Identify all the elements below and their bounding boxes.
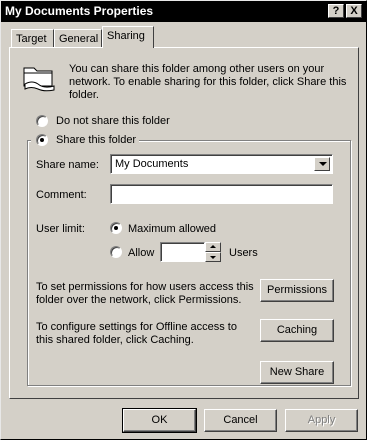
properties-dialog: My Documents Properties ? X Target Gener… <box>0 0 367 440</box>
share-groupbox <box>27 140 351 386</box>
tab-target[interactable]: Target <box>11 29 54 48</box>
comment-input[interactable] <box>110 184 333 204</box>
allow-users-input[interactable] <box>160 242 205 262</box>
radio-selected-dot <box>114 226 118 230</box>
tab-target-label: Target <box>16 33 47 45</box>
maximum-allowed-radio[interactable] <box>110 222 122 234</box>
allow-label[interactable]: Allow <box>128 247 154 260</box>
intro-text-line2: network. To enable sharing for this fold… <box>69 76 347 88</box>
help-icon: ? <box>332 5 340 17</box>
title-bar[interactable]: My Documents Properties ? X <box>1 1 366 22</box>
intro-text-line3: folder. <box>69 89 99 101</box>
caching-button-label: Caching <box>276 324 318 336</box>
chevron-down-icon[interactable] <box>314 157 330 171</box>
apply-button[interactable]: Apply <box>285 409 358 432</box>
comment-label: Comment: <box>36 189 87 201</box>
caching-text-line1: To configure settings for Offline access… <box>36 321 237 333</box>
spin-up-button[interactable] <box>205 242 221 252</box>
maximum-allowed-label[interactable]: Maximum allowed <box>128 223 216 236</box>
help-button[interactable]: ? <box>328 4 344 18</box>
close-button[interactable]: X <box>346 4 362 18</box>
allow-radio[interactable] <box>110 246 122 258</box>
share-name-value: My Documents <box>115 158 189 170</box>
apply-button-label: Apply <box>307 414 336 426</box>
share-this-folder-label[interactable]: Share this folder <box>56 134 136 147</box>
window-title: My Documents Properties <box>5 4 154 18</box>
spin-down-button[interactable] <box>205 252 221 262</box>
cancel-button-label: Cancel <box>223 414 258 426</box>
sharing-panel: You can share this folder among other us… <box>9 47 359 399</box>
ok-button[interactable]: OK <box>122 408 197 433</box>
share-name-combobox[interactable]: My Documents <box>110 154 333 174</box>
shared-folder-icon <box>23 67 55 92</box>
cancel-button[interactable]: Cancel <box>204 409 277 432</box>
permissions-text-line2: folder over the network, click Permissio… <box>36 294 242 306</box>
new-share-button[interactable]: New Share <box>260 361 334 384</box>
caching-text-line2: this shared folder, click Caching. <box>36 334 194 346</box>
do-not-share-radio[interactable] <box>36 115 48 127</box>
close-icon: X <box>350 5 358 17</box>
tab-general[interactable]: General <box>54 29 102 48</box>
permissions-button-label: Permissions <box>267 284 327 296</box>
permissions-button[interactable]: Permissions <box>260 279 334 302</box>
radio-selected-dot <box>40 138 44 142</box>
share-this-folder-radio[interactable] <box>36 134 48 146</box>
tab-sharing-label: Sharing <box>107 30 145 42</box>
new-share-button-label: New Share <box>269 366 325 378</box>
intro-text-line1: You can share this folder among other us… <box>69 63 325 75</box>
share-name-label: Share name: <box>36 159 99 171</box>
tab-sharing[interactable]: Sharing <box>102 26 154 48</box>
caching-button[interactable]: Caching <box>260 319 334 342</box>
tab-general-label: General <box>59 33 99 45</box>
user-limit-label: User limit: <box>36 223 85 235</box>
users-label: Users <box>229 247 258 259</box>
permissions-text-line1: To set permissions for how users access … <box>36 281 254 293</box>
ok-button-label: OK <box>151 414 168 426</box>
do-not-share-label[interactable]: Do not share this folder <box>56 115 170 128</box>
